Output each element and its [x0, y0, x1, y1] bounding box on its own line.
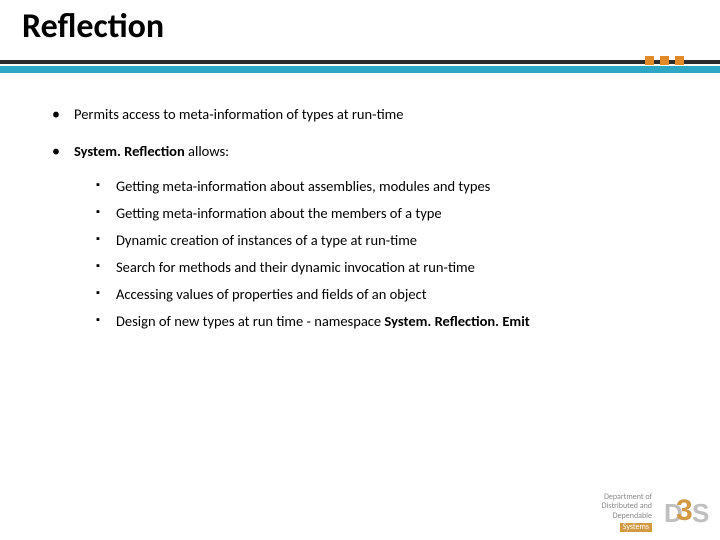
sub-bullet-item: Getting meta-information about assemblie…	[74, 176, 680, 197]
footer: Department of Distributed and Dependable…	[602, 493, 706, 532]
dept-line: Dependable	[602, 512, 652, 521]
sub-bullet-item: Dynamic creation of instances of a type …	[74, 230, 680, 251]
sub-bullet-text: Design of new types at run time - namesp…	[116, 312, 384, 330]
sub-bullet-item: Getting meta-information about the membe…	[74, 203, 680, 224]
dept-systems-badge: Systems	[620, 523, 652, 532]
d3s-logo: D 3 S	[662, 498, 706, 528]
sub-bullet-item: Design of new types at run time - namesp…	[74, 311, 680, 332]
bullet-text: Permits access to meta-information of ty…	[74, 105, 403, 123]
bold-text: System. Reflection. Emit	[384, 312, 529, 330]
bullet-item: Permits access to meta-information of ty…	[48, 104, 680, 125]
logo-letter-s: S	[692, 498, 709, 529]
sub-bullet-text: Getting meta-information about the membe…	[116, 204, 442, 222]
sub-bullet-text: Accessing values of properties and field…	[116, 285, 427, 303]
rule-black	[0, 60, 720, 64]
bold-text: System. Reflection	[74, 142, 185, 160]
bullet-text: System. Reflection allows:	[74, 142, 229, 160]
sub-bullet-text: Getting meta-information about assemblie…	[116, 177, 490, 195]
sub-bullet-list: Getting meta-information about assemblie…	[74, 176, 680, 332]
logo-digit-3: 3	[676, 494, 693, 528]
dot-icon	[660, 56, 669, 65]
slide-title: Reflection	[22, 6, 164, 47]
sub-bullet-item: Search for methods and their dynamic inv…	[74, 257, 680, 278]
sub-bullet-text: Dynamic creation of instances of a type …	[116, 231, 417, 249]
title-rule	[0, 60, 720, 73]
bullet-list: Permits access to meta-information of ty…	[48, 104, 680, 332]
department-label: Department of Distributed and Dependable…	[602, 493, 652, 532]
accent-dots	[645, 56, 684, 65]
sub-bullet-text: Search for methods and their dynamic inv…	[116, 258, 475, 276]
sub-bullet-item: Accessing values of properties and field…	[74, 284, 680, 305]
slide-body: Permits access to meta-information of ty…	[48, 104, 680, 348]
slide: Reflection Permits access to meta-inform…	[0, 0, 720, 540]
bullet-item: System. Reflection allows: Getting meta-…	[48, 141, 680, 332]
dot-icon	[645, 56, 654, 65]
bullet-suffix: allows:	[185, 142, 229, 160]
rule-cyan	[0, 66, 720, 73]
dot-icon	[675, 56, 684, 65]
